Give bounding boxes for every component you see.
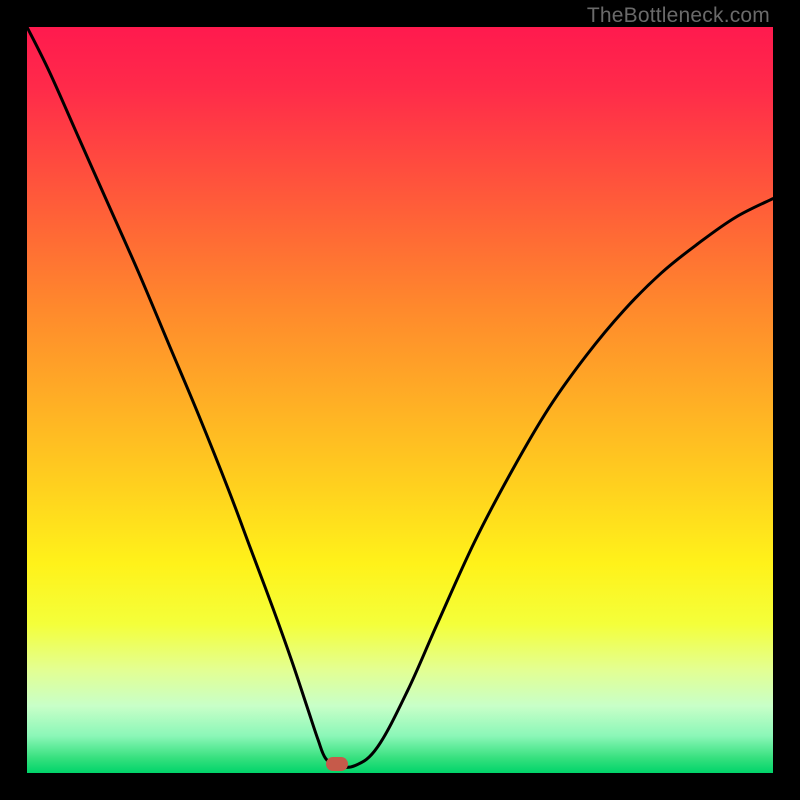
chart-frame: TheBottleneck.com <box>0 0 800 800</box>
plot-area <box>27 27 773 773</box>
bottleneck-curve <box>27 27 773 773</box>
optimal-point-marker <box>326 757 348 771</box>
watermark-text: TheBottleneck.com <box>587 4 770 28</box>
